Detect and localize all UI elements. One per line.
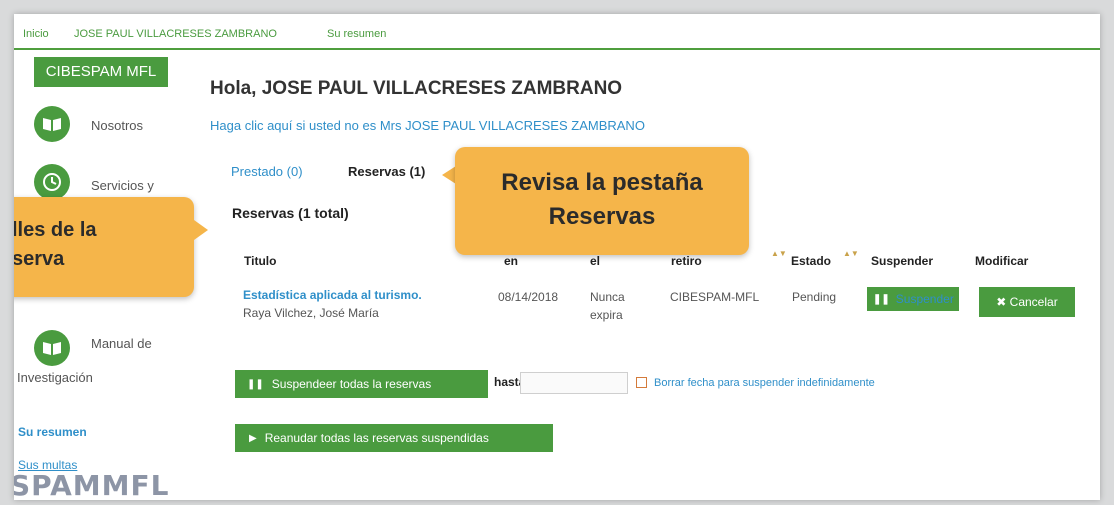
reservation-location: CIBESPAM-MFL [670,290,760,304]
callout-left-line2: serva [14,248,65,270]
sidebar-item-servicios[interactable]: Servicios y [91,178,154,193]
column-header-date[interactable]: en [504,254,518,268]
cancel-button-label: ✖ Cancelar [996,295,1058,309]
book-icon [34,106,70,142]
sidebar-link-summary[interactable]: Su resumen [18,425,87,439]
reservation-date: 08/14/2018 [498,290,559,304]
breadcrumb: Inicio JOSE PAUL VILLACRESES ZAMBRANO Su… [14,14,1100,50]
cancel-button[interactable]: ✖ Cancelar [979,287,1075,317]
clear-date-link[interactable]: Borrar fecha para suspender indefinidame… [654,377,875,389]
column-header-expires[interactable]: el [590,254,600,268]
breadcrumb-summary[interactable]: Su resumen [327,28,386,40]
resume-all-label: Reanudar todas las reservas suspendidas [264,431,489,445]
tab-reservas[interactable]: Reservas (1) [348,164,425,179]
breadcrumb-home[interactable]: Inicio [23,28,49,40]
reservation-title-link[interactable]: Estadística aplicada al turismo. [243,288,422,302]
sidebar-item-manual-line2: Investigación [17,370,93,385]
history-icon [34,164,70,200]
not-me-link[interactable]: Haga clic aquí si usted no es Mrs JOSE P… [210,118,645,133]
page-title: Hola, JOSE PAUL VILLACRESES ZAMBRANO [210,78,623,99]
resume-all-button[interactable]: ▶ Reanudar todas las reservas suspendida… [235,424,553,452]
sort-icon[interactable]: ▲▼ [771,249,787,258]
sidebar-item-nosotros[interactable]: Nosotros [91,118,143,133]
suspend-all-button[interactable]: ❚❚ Suspendeer todas la reservas [235,370,488,398]
breadcrumb-user[interactable]: JOSE PAUL VILLACRESES ZAMBRANO [74,28,277,40]
suspend-button-label: Suspender [895,292,954,306]
column-header-suspend: Suspender [871,254,934,268]
pause-icon: ❚❚ [247,378,264,390]
callout-arrow [194,220,208,240]
callout-reservation-details: lles de la serva [14,197,194,297]
pause-icon: ❚❚ [873,293,890,305]
column-header-title[interactable]: Titulo [244,254,276,268]
callout-text-line1: Revisa la pestaña [501,169,703,196]
column-header-status[interactable]: Estado [791,254,831,268]
suspend-all-label: Suspendeer todas la reservas [271,377,432,391]
sort-icon[interactable]: ▲▼ [843,249,859,258]
column-header-modify: Modificar [975,254,1029,268]
logo-stamp: SPAMMFL [14,469,170,500]
column-header-pickup[interactable]: retiro [671,254,702,268]
play-icon: ▶ [249,432,257,444]
callout-text-line2: Reservas [548,203,656,230]
callout-review-tab: Revisa la pestaña Reservas [455,147,749,255]
sidebar-item-manual[interactable]: Manual de [91,336,152,351]
brand-header[interactable]: CIBESPAM MFL [34,57,168,87]
status-badge: Pending [792,290,837,304]
suspend-until-date-input[interactable] [520,372,628,394]
book-icon [34,330,70,366]
tab-prestado[interactable]: Prestado (0) [231,164,303,179]
library-account-page: Inicio JOSE PAUL VILLACRESES ZAMBRANO Su… [14,14,1100,500]
section-title: Reservas (1 total) [232,205,349,221]
callout-left-line1: lles de la [14,219,97,241]
suspend-button[interactable]: ❚❚ Suspender [867,287,959,311]
reservation-author: Raya Vilchez, José María [243,306,379,320]
reservation-expiry-line1: Nunca [590,290,625,304]
calendar-icon[interactable] [636,377,647,388]
reservation-expiry-line2: expira [590,308,623,322]
callout-arrow [442,166,456,184]
